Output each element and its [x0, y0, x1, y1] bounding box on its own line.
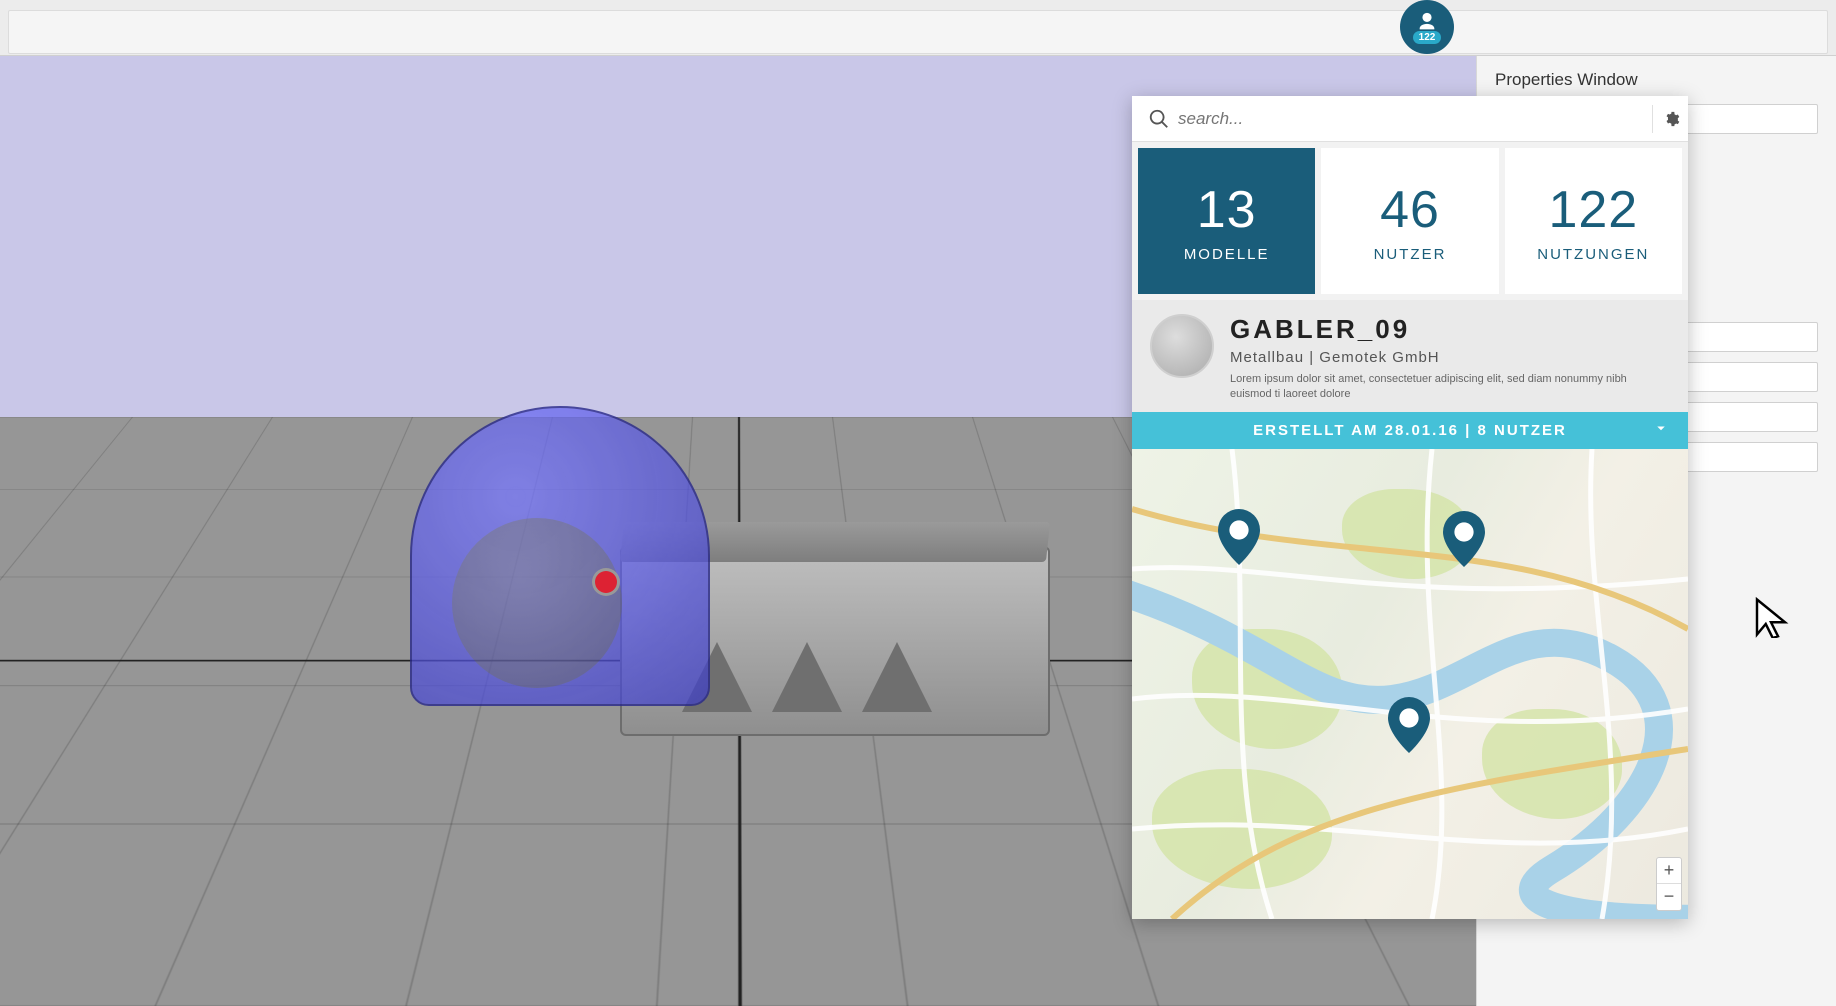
tile-num: 13 — [1197, 180, 1257, 240]
map-pin[interactable] — [1387, 697, 1431, 753]
machine-indicator — [595, 571, 617, 593]
model-machine[interactable] — [400, 396, 960, 756]
model-description: Lorem ipsum dolor sit amet, consectetuer… — [1230, 372, 1630, 402]
toolbar-strip — [8, 10, 1828, 54]
user-badge-count: 122 — [1413, 31, 1442, 44]
search-input[interactable] — [1178, 109, 1652, 129]
ribbon-text: ERSTELLT AM 28.01.16 | 8 NUTZER — [1253, 422, 1567, 439]
cursor-icon — [1750, 596, 1792, 638]
zoom-in-button[interactable]: + — [1657, 858, 1681, 884]
model-summary[interactable]: GABLER_09 Metallbau | Gemotek GmbH Lorem… — [1132, 300, 1688, 412]
map-pin[interactable] — [1442, 511, 1486, 567]
tile-modelle[interactable]: 13 MODELLE — [1138, 148, 1315, 294]
tile-label: MODELLE — [1184, 246, 1270, 263]
tile-label: NUTZER — [1374, 246, 1447, 263]
model-name: GABLER_09 — [1230, 314, 1630, 345]
tile-num: 122 — [1548, 180, 1638, 240]
properties-title: Properties Window — [1495, 70, 1818, 90]
tile-num: 46 — [1380, 180, 1440, 240]
search-row — [1132, 96, 1688, 142]
machine-dome — [410, 406, 710, 706]
usage-map[interactable]: + − — [1132, 449, 1688, 919]
model-thumbnail — [1150, 314, 1214, 378]
stat-tiles: 13 MODELLE 46 NUTZER 122 NUTZUNGEN — [1132, 142, 1688, 300]
model-subtitle: Metallbau | Gemotek GmbH — [1230, 349, 1630, 366]
info-popover: 13 MODELLE 46 NUTZER 122 NUTZUNGEN GABLE… — [1132, 96, 1688, 919]
search-icon — [1148, 108, 1170, 130]
top-toolbar — [0, 0, 1836, 56]
zoom-out-button[interactable]: − — [1657, 884, 1681, 910]
chevron-down-icon — [1652, 419, 1670, 441]
map-roads — [1132, 449, 1688, 919]
user-icon — [1416, 11, 1438, 33]
gear-icon — [1663, 109, 1680, 129]
map-pin[interactable] — [1217, 509, 1261, 565]
tile-nutzungen[interactable]: 122 NUTZUNGEN — [1505, 148, 1682, 294]
tile-nutzer[interactable]: 46 NUTZER — [1321, 148, 1498, 294]
created-ribbon[interactable]: ERSTELLT AM 28.01.16 | 8 NUTZER — [1132, 412, 1688, 449]
tile-label: NUTZUNGEN — [1537, 246, 1649, 263]
settings-button[interactable] — [1652, 105, 1680, 133]
map-zoom: + − — [1656, 857, 1682, 911]
user-badge[interactable]: 122 — [1400, 0, 1454, 54]
